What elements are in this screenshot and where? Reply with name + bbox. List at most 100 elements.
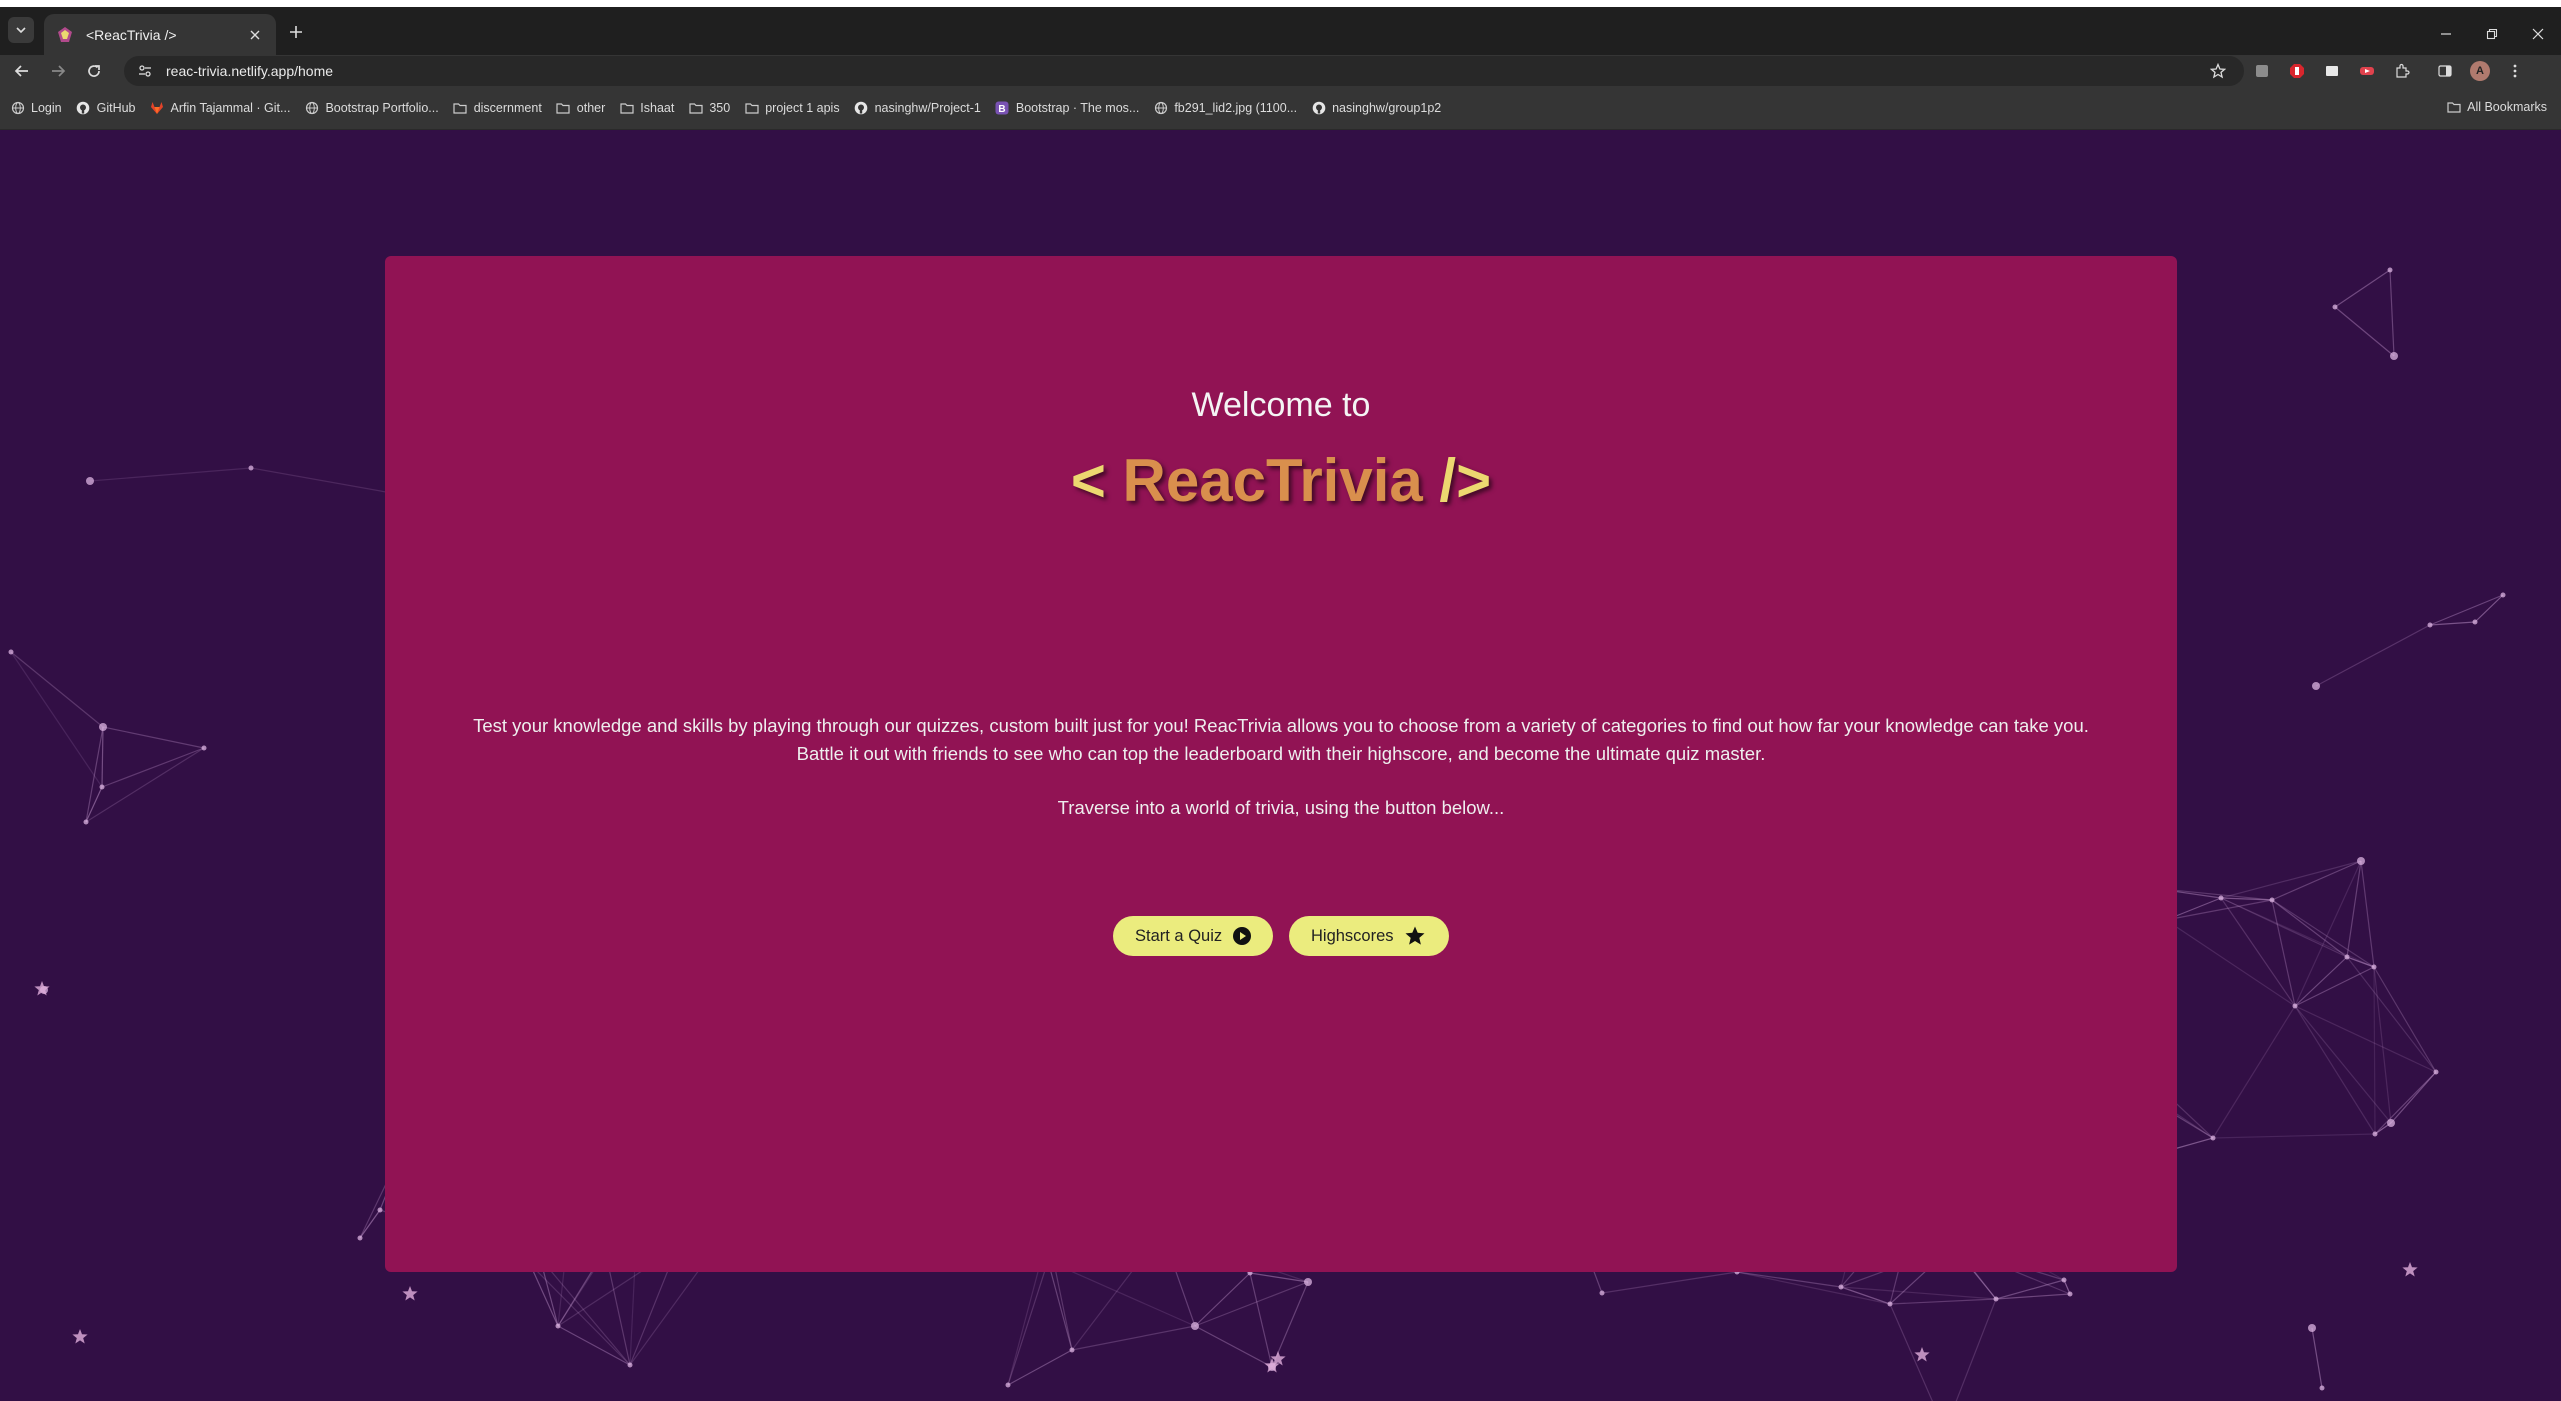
particle-dot: [99, 723, 107, 731]
particle-link: [1249, 1272, 1309, 1283]
svg-text:B: B: [999, 104, 1006, 115]
particle-link: [2165, 899, 2273, 921]
particle-dot: [2292, 1003, 2298, 1009]
restore-icon: [2486, 28, 2498, 40]
particle-link: [2474, 594, 2504, 623]
bookmark-group1p2-repo[interactable]: nasinghw/group1p2: [1311, 101, 1441, 116]
reload-button[interactable]: [80, 57, 108, 85]
particle-link: [2294, 966, 2375, 1007]
action-buttons: Start a Quiz Highscores: [385, 916, 2177, 956]
menu-button[interactable]: [2503, 59, 2527, 83]
bookmark-label: other: [576, 101, 606, 115]
arrow-left-icon: [14, 65, 28, 77]
extensions-puzzle-icon[interactable]: [2390, 59, 2414, 83]
github-icon: [854, 101, 869, 116]
particle-link: [1840, 1286, 1997, 1300]
globe-icon: [10, 101, 25, 116]
particle-link: [539, 1257, 631, 1366]
folder-icon: [556, 101, 571, 116]
particle-link: [101, 747, 205, 788]
particle-link: [10, 651, 104, 728]
bookmark-folder-350[interactable]: 350: [688, 101, 730, 116]
particle-dot: [2372, 1131, 2378, 1137]
profile-button[interactable]: A: [2468, 59, 2492, 83]
particle-link: [1955, 1298, 1997, 1401]
particle-dot: [2390, 352, 2398, 360]
bookmarks-bar: Login GitHub Arfin Tajammal · Git... Boo…: [0, 87, 2561, 130]
close-window-button[interactable]: [2515, 14, 2561, 54]
bookmark-fb291-image[interactable]: fb291_lid2.jpg (1100...: [1153, 101, 1297, 116]
particle-link: [2271, 899, 2348, 958]
bootstrap-icon: B: [995, 101, 1010, 116]
bookmark-label: Bootstrap Portfolio...: [325, 101, 439, 115]
extension-4-icon[interactable]: [2355, 59, 2379, 83]
back-button[interactable]: [8, 57, 36, 85]
logo-open-bracket: <: [1070, 447, 1123, 514]
particle-dot: [1887, 1301, 1893, 1307]
extension-1-icon[interactable]: [2250, 59, 2274, 83]
bookmark-gitlab[interactable]: Arfin Tajammal · Git...: [150, 101, 291, 116]
particle-dot: [2500, 592, 2506, 598]
all-bookmarks-button[interactable]: All Bookmarks: [2446, 99, 2547, 114]
avatar: A: [2470, 61, 2490, 81]
particle-link: [1249, 1272, 1273, 1368]
particle-link: [557, 1325, 631, 1366]
particle-link: [10, 651, 103, 788]
bookmark-login[interactable]: Login: [10, 101, 62, 116]
bookmark-folder-project-1-apis[interactable]: project 1 apis: [744, 101, 840, 116]
page-viewport: Welcome to < ReacTrivia /> Test your kno…: [0, 130, 2561, 1401]
particle-dot: [2387, 1119, 2395, 1127]
bookmark-github[interactable]: GitHub: [76, 101, 136, 116]
particle-star: [402, 1286, 418, 1301]
highscores-button[interactable]: Highscores: [1289, 916, 1449, 956]
site-info-icon[interactable]: [134, 60, 156, 82]
particle-dot: [2312, 682, 2320, 690]
bookmark-label: Arfin Tajammal · Git...: [170, 101, 291, 115]
github-icon: [1311, 101, 1326, 116]
traverse-text: Traverse into a world of trivia, using t…: [1057, 797, 1505, 818]
browser-toolbar: reac-trivia.netlify.app/home A: [0, 55, 2561, 87]
forward-button[interactable]: [44, 57, 72, 85]
particle-dot: [1304, 1278, 1312, 1286]
particle-link: [102, 726, 205, 749]
restore-button[interactable]: [2469, 14, 2515, 54]
minimize-button[interactable]: [2423, 14, 2469, 54]
extension-3-icon[interactable]: [2320, 59, 2344, 83]
bookmark-star-icon[interactable]: [2206, 59, 2230, 83]
star-icon: [1405, 926, 1425, 945]
particle-link: [2294, 860, 2362, 1007]
active-tab[interactable]: <ReacTrivia />: [44, 14, 276, 55]
close-tab-icon[interactable]: [246, 26, 264, 44]
particle-dot: [248, 465, 254, 471]
url-text: reac-trivia.netlify.app/home: [166, 63, 334, 79]
tab-search-button[interactable]: [8, 17, 34, 43]
address-bar[interactable]: reac-trivia.netlify.app/home: [124, 56, 2244, 86]
side-panel-icon[interactable]: [2433, 59, 2457, 83]
extensions-area: A: [2250, 59, 2527, 83]
particle-dot: [2472, 619, 2478, 625]
particle-dot: [2387, 267, 2393, 273]
particle-dot: [2218, 895, 2224, 901]
trivia-favicon-icon: [58, 26, 72, 42]
bookmark-project-1-repo[interactable]: nasinghw/Project-1: [854, 101, 981, 116]
particle-dot: [2319, 1385, 2325, 1391]
reload-icon: [88, 65, 100, 77]
start-quiz-button[interactable]: Start a Quiz: [1113, 916, 1273, 956]
globe-icon: [304, 101, 319, 116]
bookmark-bootstrap[interactable]: B Bootstrap · The mos...: [995, 101, 1139, 116]
bookmark-folder-discernment[interactable]: discernment: [453, 101, 542, 116]
bookmark-bootstrap-portfolio[interactable]: Bootstrap Portfolio...: [304, 101, 439, 116]
extension-adblock-icon[interactable]: [2285, 59, 2309, 83]
close-icon: [2532, 28, 2544, 40]
particle-dot: [627, 1362, 633, 1368]
particle-dot: [2371, 964, 2377, 970]
particle-dot: [377, 1207, 383, 1213]
new-tab-button[interactable]: [283, 19, 309, 45]
window-top-edge: [0, 0, 2561, 7]
particle-link: [250, 467, 404, 496]
start-quiz-label: Start a Quiz: [1135, 926, 1223, 945]
intro-paragraph: Test your knowledge and skills by playin…: [473, 715, 2089, 764]
folder-icon: [744, 101, 759, 116]
bookmark-folder-ishaat[interactable]: Ishaat: [619, 101, 674, 116]
bookmark-folder-other[interactable]: other: [556, 101, 606, 116]
